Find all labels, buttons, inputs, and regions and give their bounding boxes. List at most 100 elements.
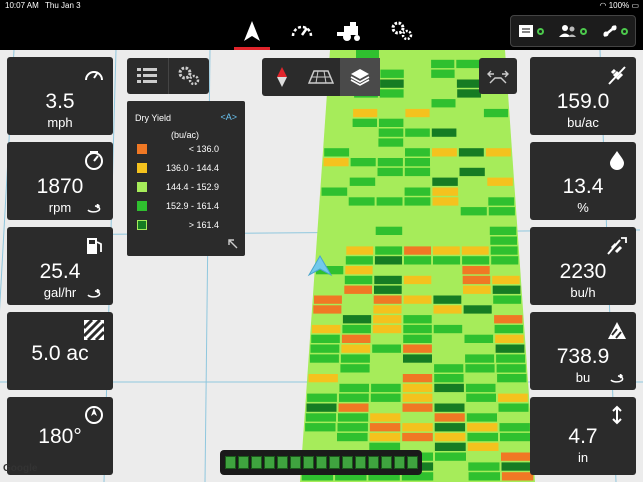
engine-rpm-value: 1870 (36, 175, 84, 198)
yield-cell (403, 354, 432, 363)
yield-cell (326, 118, 351, 127)
yield-cell (338, 403, 369, 412)
swath-width-button[interactable] (479, 58, 517, 94)
tab-gauges[interactable] (278, 12, 326, 50)
lightbar-segment (224, 456, 236, 469)
connection-status[interactable] (602, 24, 628, 38)
yield-cell (320, 207, 347, 216)
yield-cell (353, 108, 378, 118)
yield-cell (402, 374, 433, 383)
yield-cell (431, 108, 456, 118)
yield-cell (431, 89, 456, 98)
yield-cell (434, 364, 464, 373)
yield-cell (499, 423, 530, 432)
yield-cell (372, 334, 402, 343)
yield-cell (497, 383, 528, 393)
yield-cell (369, 432, 401, 442)
yield-cell (373, 305, 402, 314)
yield-cell (496, 354, 526, 363)
tab-guidance[interactable] (228, 12, 276, 50)
yield-cell (434, 354, 463, 363)
legend-scale-icon[interactable]: <A> (220, 112, 237, 122)
legend-swatch (137, 163, 147, 173)
yield-cell (483, 99, 508, 108)
yield-cell (369, 423, 401, 432)
yield-cell (433, 275, 461, 285)
yield-cell (486, 167, 513, 177)
yield-cell (350, 167, 376, 177)
tab-settings[interactable] (378, 12, 426, 50)
yield-cell (347, 226, 374, 235)
yield-cell (378, 128, 404, 137)
yield-cell (405, 108, 430, 118)
yield-cell (352, 118, 377, 127)
yield-cell (467, 423, 498, 432)
yield-cell (352, 128, 377, 137)
engine-rpm-tile[interactable]: 1870 rpm (7, 142, 113, 220)
lightbar-segment (237, 456, 249, 469)
yield-cell (405, 99, 430, 108)
map-attribution: Google (3, 463, 38, 474)
users-status[interactable] (558, 24, 587, 38)
yield-cell (347, 216, 374, 226)
perspective-button[interactable] (301, 58, 340, 96)
collapse-arrow-icon[interactable] (228, 239, 238, 249)
legend-label: 144.4 - 152.9 (165, 182, 219, 192)
yield-cell (462, 256, 490, 265)
yield-cell (466, 403, 497, 412)
yield-cell (404, 167, 431, 177)
speed-tile[interactable]: 3.5 mph (7, 57, 113, 135)
grain-total-tile[interactable]: 738.9 bu (530, 312, 636, 390)
system-status-panel[interactable] (510, 15, 636, 47)
cycle-icon (610, 374, 624, 383)
status-time: 10:07 AM (5, 1, 39, 10)
map-settings-button[interactable] (169, 58, 210, 94)
yield-cell (307, 393, 337, 402)
harvest-rate-tile[interactable]: 2230 bu/h (530, 227, 636, 305)
yield-cell (313, 305, 342, 314)
yield-cell (460, 207, 487, 216)
tab-machine[interactable] (326, 12, 374, 50)
yield-cell (489, 226, 517, 235)
yield-cell (433, 305, 462, 314)
yield-cell (434, 403, 465, 412)
layers-button[interactable] (340, 58, 380, 96)
yield-cell (431, 138, 457, 147)
yield-cell (404, 158, 430, 167)
yield-cell (403, 344, 432, 353)
moisture-drop-icon (610, 151, 624, 170)
status-battery-group: ◠ 100% ▭ (600, 0, 639, 12)
yield-cell (433, 256, 461, 265)
yield-cell (435, 452, 466, 461)
area-tile[interactable]: 5.0 ac (7, 312, 113, 390)
lightbar-segment (302, 456, 314, 469)
dry-yield-unit: bu/ac (567, 115, 599, 130)
yield-cell (500, 432, 531, 442)
users-status-dot (579, 27, 587, 35)
fuel-rate-tile[interactable]: 25.4 gal/hr (7, 227, 113, 305)
yield-legend[interactable]: Dry Yield <A> (bu/ac) < 136.0 136.0 - 14… (127, 101, 245, 256)
yield-cell (432, 246, 460, 255)
dry-yield-tile[interactable]: 159.0 bu/ac (530, 57, 636, 135)
north-up-button[interactable] (262, 58, 301, 96)
yield-cell (319, 216, 346, 226)
yield-cell (339, 393, 369, 402)
yield-cell (343, 295, 372, 304)
moisture-tile[interactable]: 13.4 % (530, 142, 636, 220)
list-button[interactable] (127, 58, 169, 94)
notes-status[interactable] (518, 24, 545, 38)
yield-cell (404, 177, 431, 186)
yield-cell (466, 393, 496, 402)
yield-cell (402, 423, 433, 432)
lightbar-segment (263, 456, 275, 469)
yield-cell (306, 403, 337, 412)
yield-cell (486, 158, 512, 167)
yield-cell (402, 383, 433, 393)
header-height-tile[interactable]: 4.7 in (530, 397, 636, 475)
yield-cell (371, 354, 401, 363)
yield-cell (435, 472, 467, 481)
list-icon (137, 68, 158, 83)
yield-cell (494, 324, 524, 334)
yield-cell (315, 275, 343, 285)
yield-cell (404, 236, 431, 245)
